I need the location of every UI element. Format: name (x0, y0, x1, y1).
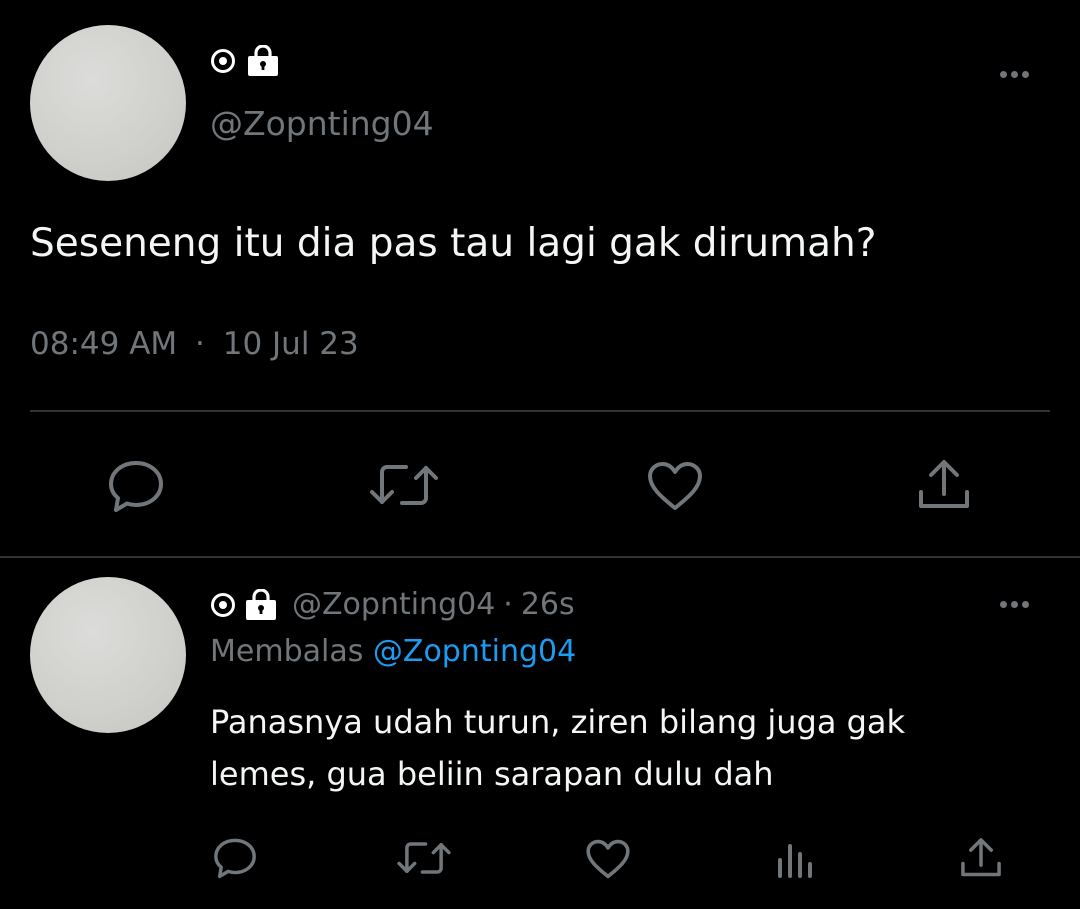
views-icon (778, 844, 812, 878)
reply-retweet-button[interactable] (396, 838, 452, 878)
main-divider (30, 410, 1050, 412)
main-more-button[interactable] (1000, 71, 1029, 78)
main-time[interactable]: 08:49 AM (30, 326, 177, 362)
reply-text-line1: Panasnya udah turun, ziren bilang juga g… (210, 703, 906, 741)
main-date[interactable]: 10 Jul 23 (223, 326, 359, 362)
replying-prefix: Membalas (210, 634, 364, 669)
lock-bag-icon (248, 45, 278, 76)
replying-to: Membalas @Zopnting04 (210, 632, 576, 672)
reply-reply-button[interactable] (212, 836, 258, 880)
reply-views-button[interactable] (776, 838, 816, 880)
main-like-button[interactable] (646, 460, 704, 512)
reply-icon (109, 461, 163, 512)
main-separator: · (195, 326, 205, 362)
main-tweet-text: Seseneng itu dia pas tau lagi gak diruma… (30, 221, 877, 266)
share-icon (919, 460, 969, 508)
like-icon (586, 839, 630, 879)
reply-name-row: @Zopnting04 · 26s (210, 586, 575, 624)
reply-icon (214, 838, 256, 879)
reply-more-button[interactable] (1000, 601, 1029, 608)
main-share-button[interactable] (916, 458, 972, 512)
main-name-icons (210, 45, 280, 77)
lock-bag-icon (246, 589, 276, 620)
main-retweet-button[interactable] (368, 460, 440, 510)
retweet-icon (397, 842, 451, 874)
share-icon (961, 838, 1001, 877)
reply-like-button[interactable] (585, 838, 631, 880)
reply-handle[interactable]: @Zopnting04 (292, 586, 495, 624)
section-divider (0, 556, 1080, 558)
reply-avatar[interactable] (30, 577, 186, 733)
target-icon (211, 49, 235, 73)
reply-separator: · (503, 587, 513, 622)
main-reply-button[interactable] (106, 458, 166, 514)
reply-age: 26s (520, 587, 575, 622)
retweet-icon (370, 465, 438, 505)
main-handle[interactable]: @Zopnting04 (210, 104, 434, 144)
main-timestamp: 08:49 AM · 10 Jul 23 (30, 324, 359, 364)
reply-text-line2: lemes, gua beliin sarapan dulu dah (210, 755, 774, 793)
target-icon (211, 593, 235, 617)
main-avatar[interactable] (30, 25, 186, 181)
replying-to-link[interactable]: @Zopnting04 (373, 634, 576, 669)
reply-share-button[interactable] (959, 836, 1003, 880)
like-icon (648, 462, 702, 510)
